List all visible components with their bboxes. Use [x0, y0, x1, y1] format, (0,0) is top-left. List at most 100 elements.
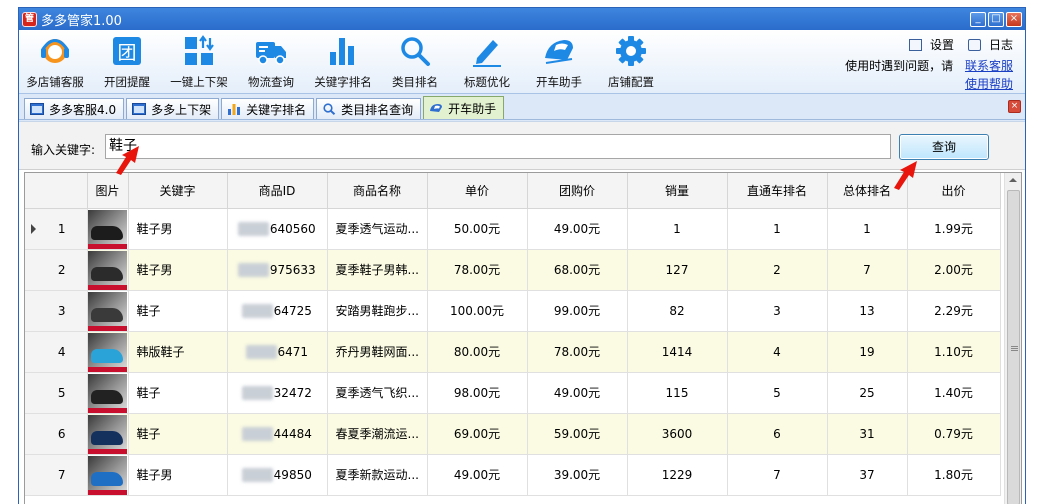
product-image-cell[interactable]	[87, 249, 129, 291]
column-header[interactable]: 直通车排名	[727, 173, 828, 209]
row-header[interactable]: 3	[25, 290, 88, 332]
table-row[interactable]: 4韩版鞋子10006471乔丹男鞋网面...80.00元78.00元141441…	[25, 331, 1001, 373]
row-header[interactable]: 2	[25, 249, 88, 291]
product-id-tail: 49850	[273, 467, 312, 482]
tab-strip: 多多客服4.0 多多上下架 关键字排名 类目排名查询 开车助手 ×	[19, 94, 1025, 120]
column-header[interactable]: 商品名称	[327, 173, 428, 209]
log-icon	[967, 38, 981, 51]
product-id-tail: 44484	[273, 426, 312, 441]
maximize-button[interactable]: □	[988, 11, 1004, 27]
product-name-cell: 春夏季潮流运...	[327, 413, 428, 455]
truck-icon	[256, 42, 286, 65]
toolbar-title-optimize[interactable]: 标题优化	[451, 30, 523, 94]
product-thumbnail	[88, 209, 127, 248]
table-row[interactable]: 2鞋子男1000975633夏季鞋子男韩...78.00元68.00元12727…	[25, 249, 1001, 291]
settings-button[interactable]: 设置	[908, 36, 954, 53]
masked-id-prefix: 1000	[238, 221, 269, 236]
table-row[interactable]: 6鞋子100044484春夏季潮流运...69.00元59.00元3600631…	[25, 413, 1001, 455]
toolbar-category-rank[interactable]: 类目排名	[379, 30, 451, 94]
row-header[interactable]: 1	[25, 208, 88, 250]
ztc-rank-cell: 2	[727, 249, 828, 291]
row-header[interactable]: 4	[25, 331, 88, 373]
minimize-button[interactable]: _	[970, 11, 986, 27]
row-header[interactable]: 7	[25, 454, 88, 496]
tab-driving-assistant[interactable]: 开车助手	[423, 96, 505, 119]
tab-category-rank[interactable]: 类目排名查询	[316, 98, 422, 119]
table-row[interactable]: 1鞋子男1000640560夏季透气运动...50.00元49.00元1111.…	[25, 208, 1001, 250]
column-header[interactable]: 销量	[627, 173, 728, 209]
toolbar-logistics[interactable]: 物流查询	[235, 30, 307, 94]
keyword-cell: 韩版鞋子	[128, 331, 228, 373]
column-header[interactable]: 图片	[87, 173, 129, 209]
app-logo-icon: 管	[22, 11, 37, 27]
ztc-rank-cell: 6	[727, 413, 828, 455]
results-grid[interactable]: 图片 关键字 商品ID 商品名称 单价 团购价 销量 直通车排名 总体排名 出价…	[24, 172, 1022, 504]
product-image-cell[interactable]	[87, 331, 129, 373]
price-cell: 100.00元	[427, 290, 528, 332]
product-name-cell: 夏季新款运动...	[327, 454, 428, 496]
masked-id-prefix: 1000	[238, 262, 269, 277]
price-cell: 69.00元	[427, 413, 528, 455]
row-header[interactable]: 5	[25, 372, 88, 414]
sales-cell: 3600	[627, 413, 728, 455]
column-header[interactable]: 关键字	[128, 173, 228, 209]
table-row[interactable]: 3鞋子100064725安踏男鞋跑步...100.00元99.00元823132…	[25, 290, 1001, 332]
group-price-cell: 49.00元	[527, 208, 628, 250]
toolbar-label: 标题优化	[464, 75, 510, 89]
keyword-input[interactable]: 鞋子	[105, 134, 891, 159]
column-header[interactable]: 团购价	[527, 173, 628, 209]
column-header[interactable]: 出价	[907, 173, 1001, 209]
close-tab-button[interactable]: ×	[1008, 100, 1021, 113]
tab-duoduo-cs[interactable]: 多多客服4.0	[24, 98, 125, 119]
product-thumbnail	[88, 332, 127, 371]
toolbar-updown-shelf[interactable]: 一键上下架	[163, 30, 235, 94]
toolbar-group-reminder[interactable]: 团 开团提醒	[91, 30, 163, 94]
toolbar-label: 一键上下架	[170, 75, 228, 89]
scroll-up-icon[interactable]	[1009, 178, 1017, 182]
product-name-cell: 夏季透气运动...	[327, 208, 428, 250]
tab-duoduo-shelf[interactable]: 多多上下架	[126, 98, 220, 119]
masked-id-prefix: 1000	[242, 385, 273, 400]
row-header[interactable]: 6	[25, 413, 88, 455]
help-link[interactable]: 使用帮助	[965, 77, 1013, 91]
total-rank-cell: 25	[827, 372, 908, 414]
tab-keyword-rank[interactable]: 关键字排名	[221, 98, 315, 119]
product-image-cell[interactable]	[87, 454, 129, 496]
toolbar-driving-assistant[interactable]: 开车助手	[523, 30, 595, 94]
product-image-cell[interactable]	[87, 290, 129, 332]
product-name-cell: 夏季鞋子男韩...	[327, 249, 428, 291]
toolbar-keyword-rank[interactable]: 关键字排名	[307, 30, 379, 94]
row-number: 6	[57, 426, 66, 441]
table-row[interactable]: 7鞋子男100049850夏季新款运动...49.00元39.00元122973…	[25, 454, 1001, 496]
scroll-thumb[interactable]	[1007, 190, 1020, 504]
query-button[interactable]: 查询	[899, 134, 989, 160]
product-name-cell: 乔丹男鞋网面...	[327, 331, 428, 373]
toolbar-store-config[interactable]: 店铺配置	[595, 30, 667, 94]
title-bar[interactable]: 管 多多管家1.00 _ □ ×	[19, 8, 1025, 30]
log-button[interactable]: 日志	[967, 36, 1013, 53]
vertical-scrollbar[interactable]	[1004, 173, 1021, 504]
product-image-cell[interactable]	[87, 413, 129, 455]
masked-id-prefix: 1000	[242, 467, 273, 482]
close-button[interactable]: ×	[1006, 11, 1022, 27]
toolbar-label: 物流查询	[248, 75, 294, 89]
product-name-cell: 安踏男鞋跑步...	[327, 290, 428, 332]
toolbar-customer-service[interactable]: 多店铺客服	[19, 30, 91, 94]
contact-support-link[interactable]: 联系客服	[965, 59, 1013, 73]
toolbar-label: 关键字排名	[314, 75, 372, 89]
keyword-cell: 鞋子男	[128, 208, 228, 250]
group-price-cell: 68.00元	[527, 249, 628, 291]
product-image-cell[interactable]	[87, 208, 129, 250]
column-header[interactable]: 商品ID	[227, 173, 328, 209]
tab-label: 多多上下架	[151, 102, 212, 117]
group-buy-icon: 团	[113, 37, 141, 65]
sales-cell: 1414	[627, 331, 728, 373]
product-image-cell[interactable]	[87, 372, 129, 414]
row-number: 1	[57, 221, 66, 236]
price-cell: 78.00元	[427, 249, 528, 291]
product-id-cell: 100049850	[227, 454, 328, 496]
product-thumbnail	[88, 250, 127, 289]
column-header[interactable]: 单价	[427, 173, 528, 209]
table-row[interactable]: 5鞋子100032472夏季透气飞织...98.00元49.00元1155251…	[25, 372, 1001, 414]
row-number: 5	[57, 385, 66, 400]
